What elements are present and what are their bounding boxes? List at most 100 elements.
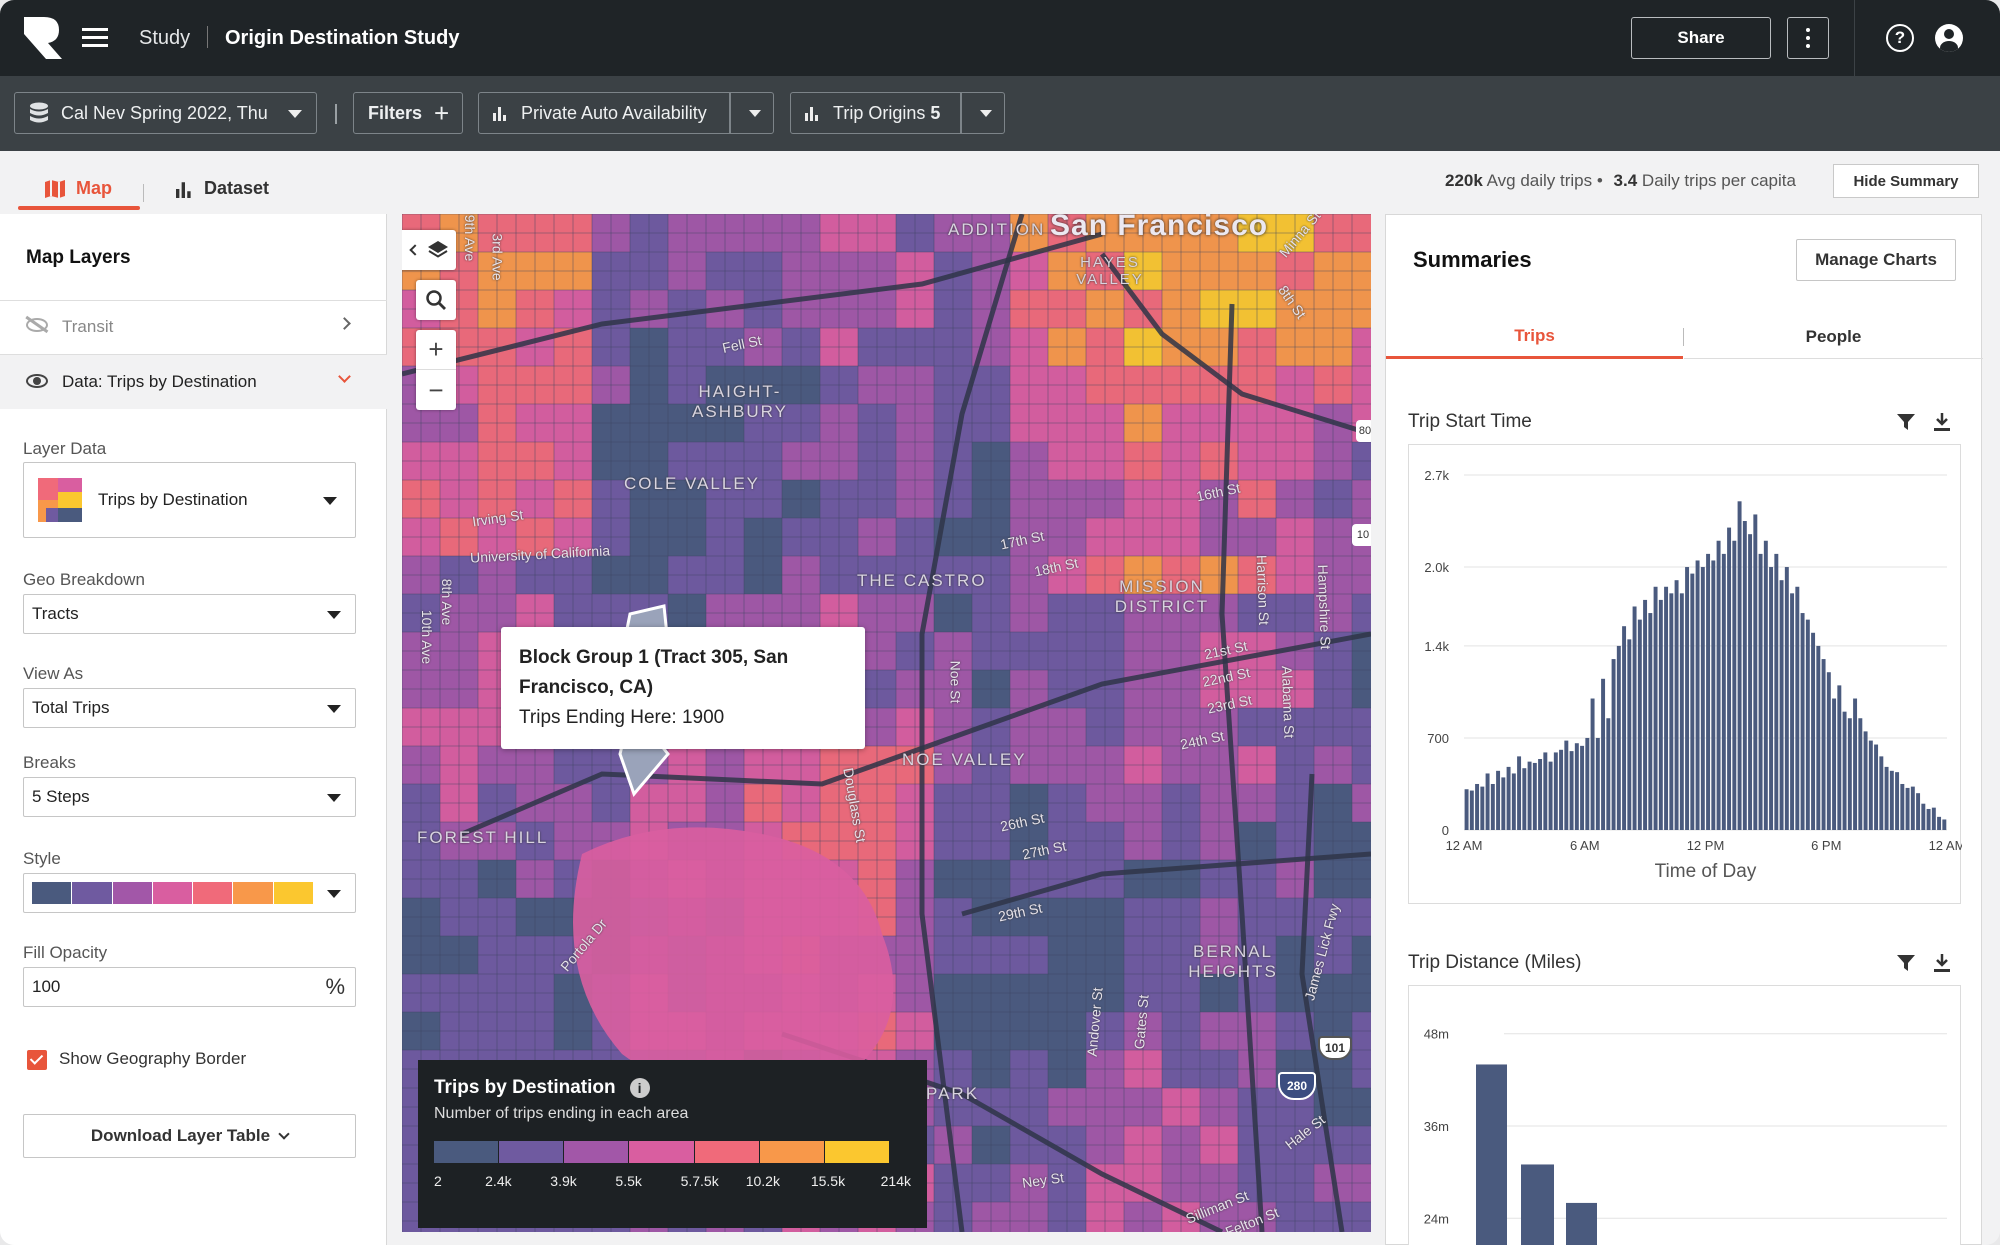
histogram-bar[interactable] xyxy=(1480,786,1485,830)
histogram-bar[interactable] xyxy=(1763,540,1768,830)
histogram-bar[interactable] xyxy=(1753,514,1758,830)
histogram-bar[interactable] xyxy=(1616,645,1621,830)
tab-trips[interactable]: Trips xyxy=(1386,315,1683,359)
histogram-bar[interactable] xyxy=(1543,752,1548,830)
histogram-bar[interactable] xyxy=(1721,553,1726,830)
histogram-bar[interactable] xyxy=(1485,773,1490,830)
download-icon[interactable] xyxy=(1932,953,1952,973)
breaks-select[interactable]: 5 Steps xyxy=(23,777,356,817)
histogram-bar[interactable] xyxy=(1517,756,1522,830)
histogram-bar[interactable] xyxy=(1506,766,1511,830)
histogram-bar[interactable] xyxy=(1496,770,1501,830)
histogram-bar[interactable] xyxy=(1490,783,1495,830)
histogram-bar[interactable] xyxy=(1574,743,1579,830)
histogram-bar[interactable] xyxy=(1842,711,1847,830)
histogram-bar[interactable] xyxy=(1837,685,1842,830)
histogram-bar[interactable] xyxy=(1800,613,1805,830)
histogram-bar[interactable] xyxy=(1910,786,1915,830)
histogram-bar[interactable] xyxy=(1648,613,1653,830)
histogram-bar[interactable] xyxy=(1774,553,1779,830)
histogram-bar[interactable] xyxy=(1532,762,1537,830)
search-map-button[interactable] xyxy=(416,280,456,320)
histogram-bar[interactable] xyxy=(1884,766,1889,830)
menu-icon[interactable] xyxy=(82,28,108,48)
histogram-bar[interactable] xyxy=(1706,553,1711,830)
histogram-bar[interactable] xyxy=(1700,567,1705,830)
histogram-bar[interactable] xyxy=(1606,718,1611,830)
histogram-bar[interactable] xyxy=(1711,560,1716,830)
download-layer-table-button[interactable]: Download Layer Table xyxy=(23,1114,356,1158)
histogram-bar[interactable] xyxy=(1637,619,1642,830)
histogram-bar[interactable] xyxy=(1527,761,1532,830)
layer-trips-destination[interactable]: Data: Trips by Destination xyxy=(0,355,387,409)
histogram-bar[interactable] xyxy=(1889,770,1894,830)
metric-dropdown[interactable]: Trip Origins 5 xyxy=(790,92,1005,134)
share-button[interactable]: Share xyxy=(1631,17,1771,59)
chevron-down-icon[interactable] xyxy=(749,110,761,117)
filter-icon[interactable] xyxy=(1896,953,1916,973)
histogram-bar[interactable] xyxy=(1921,803,1926,830)
distance-bar[interactable] xyxy=(1566,1202,1597,1245)
histogram-bar[interactable] xyxy=(1732,540,1737,830)
help-icon[interactable]: ? xyxy=(1886,24,1914,52)
histogram-bar[interactable] xyxy=(1653,586,1658,830)
more-options-button[interactable] xyxy=(1787,17,1829,59)
tab-people[interactable]: People xyxy=(1684,315,1983,359)
histogram-bar[interactable] xyxy=(1511,773,1516,830)
histogram-bar[interactable] xyxy=(1811,632,1816,830)
histogram-bar[interactable] xyxy=(1580,745,1585,830)
show-border-label[interactable]: Show Geography Border xyxy=(59,1049,246,1069)
histogram-bar[interactable] xyxy=(1585,737,1590,830)
tab-map[interactable]: Map xyxy=(44,178,112,199)
histogram-bar[interactable] xyxy=(1853,698,1858,830)
histogram-bar[interactable] xyxy=(1685,567,1690,830)
histogram-bar[interactable] xyxy=(1758,553,1763,830)
histogram-bar[interactable] xyxy=(1569,751,1574,830)
histogram-bar[interactable] xyxy=(1690,573,1695,830)
layer-data-select[interactable]: Trips by Destination xyxy=(23,462,356,538)
histogram-bar[interactable] xyxy=(1895,772,1900,830)
histogram-bar[interactable] xyxy=(1475,783,1480,830)
dataset-selector[interactable]: Cal Nev Spring 2022, Thu xyxy=(14,92,317,134)
histogram-bar[interactable] xyxy=(1559,749,1564,830)
app-logo[interactable] xyxy=(24,17,62,59)
histogram-bar[interactable] xyxy=(1847,718,1852,830)
breadcrumb-study[interactable]: Study xyxy=(139,27,190,50)
filters-button[interactable]: Filters + xyxy=(353,92,463,134)
histogram-bar[interactable] xyxy=(1469,790,1474,830)
histogram-bar[interactable] xyxy=(1905,787,1910,830)
histogram-bar[interactable] xyxy=(1737,501,1742,830)
histogram-bar[interactable] xyxy=(1548,761,1553,830)
histogram-bar[interactable] xyxy=(1805,619,1810,830)
chevron-down-icon[interactable] xyxy=(980,110,992,117)
layer-transit[interactable]: Transit xyxy=(0,301,387,354)
histogram-bar[interactable] xyxy=(1795,586,1800,830)
histogram-bar[interactable] xyxy=(1658,599,1663,830)
histogram-bar[interactable] xyxy=(1863,731,1868,830)
histogram-bar[interactable] xyxy=(1501,777,1506,830)
histogram-bar[interactable] xyxy=(1564,740,1569,830)
download-icon[interactable] xyxy=(1932,412,1952,432)
user-avatar-icon[interactable] xyxy=(1935,24,1963,52)
histogram-bar[interactable] xyxy=(1611,659,1616,830)
info-icon[interactable]: i xyxy=(629,1078,650,1098)
histogram-bar[interactable] xyxy=(1942,819,1947,830)
histogram-bar[interactable] xyxy=(1522,768,1527,830)
histogram-bar[interactable] xyxy=(1716,540,1721,830)
geo-breakdown-select[interactable]: Tracts xyxy=(23,594,356,634)
histogram-bar[interactable] xyxy=(1937,816,1942,830)
histogram-bar[interactable] xyxy=(1627,639,1632,830)
zoom-in-button[interactable]: + xyxy=(416,330,456,370)
histogram-bar[interactable] xyxy=(1538,759,1543,830)
histogram-bar[interactable] xyxy=(1790,593,1795,830)
histogram-bar[interactable] xyxy=(1916,793,1921,830)
histogram-bar[interactable] xyxy=(1622,626,1627,830)
histogram-bar[interactable] xyxy=(1464,789,1469,830)
manage-charts-button[interactable]: Manage Charts xyxy=(1796,239,1956,281)
histogram-bar[interactable] xyxy=(1858,718,1863,830)
histogram-bar[interactable] xyxy=(1643,599,1648,830)
distance-bar[interactable] xyxy=(1521,1164,1554,1245)
histogram-bar[interactable] xyxy=(1601,678,1606,830)
histogram-bar[interactable] xyxy=(1669,593,1674,830)
histogram-bar[interactable] xyxy=(1826,672,1831,830)
